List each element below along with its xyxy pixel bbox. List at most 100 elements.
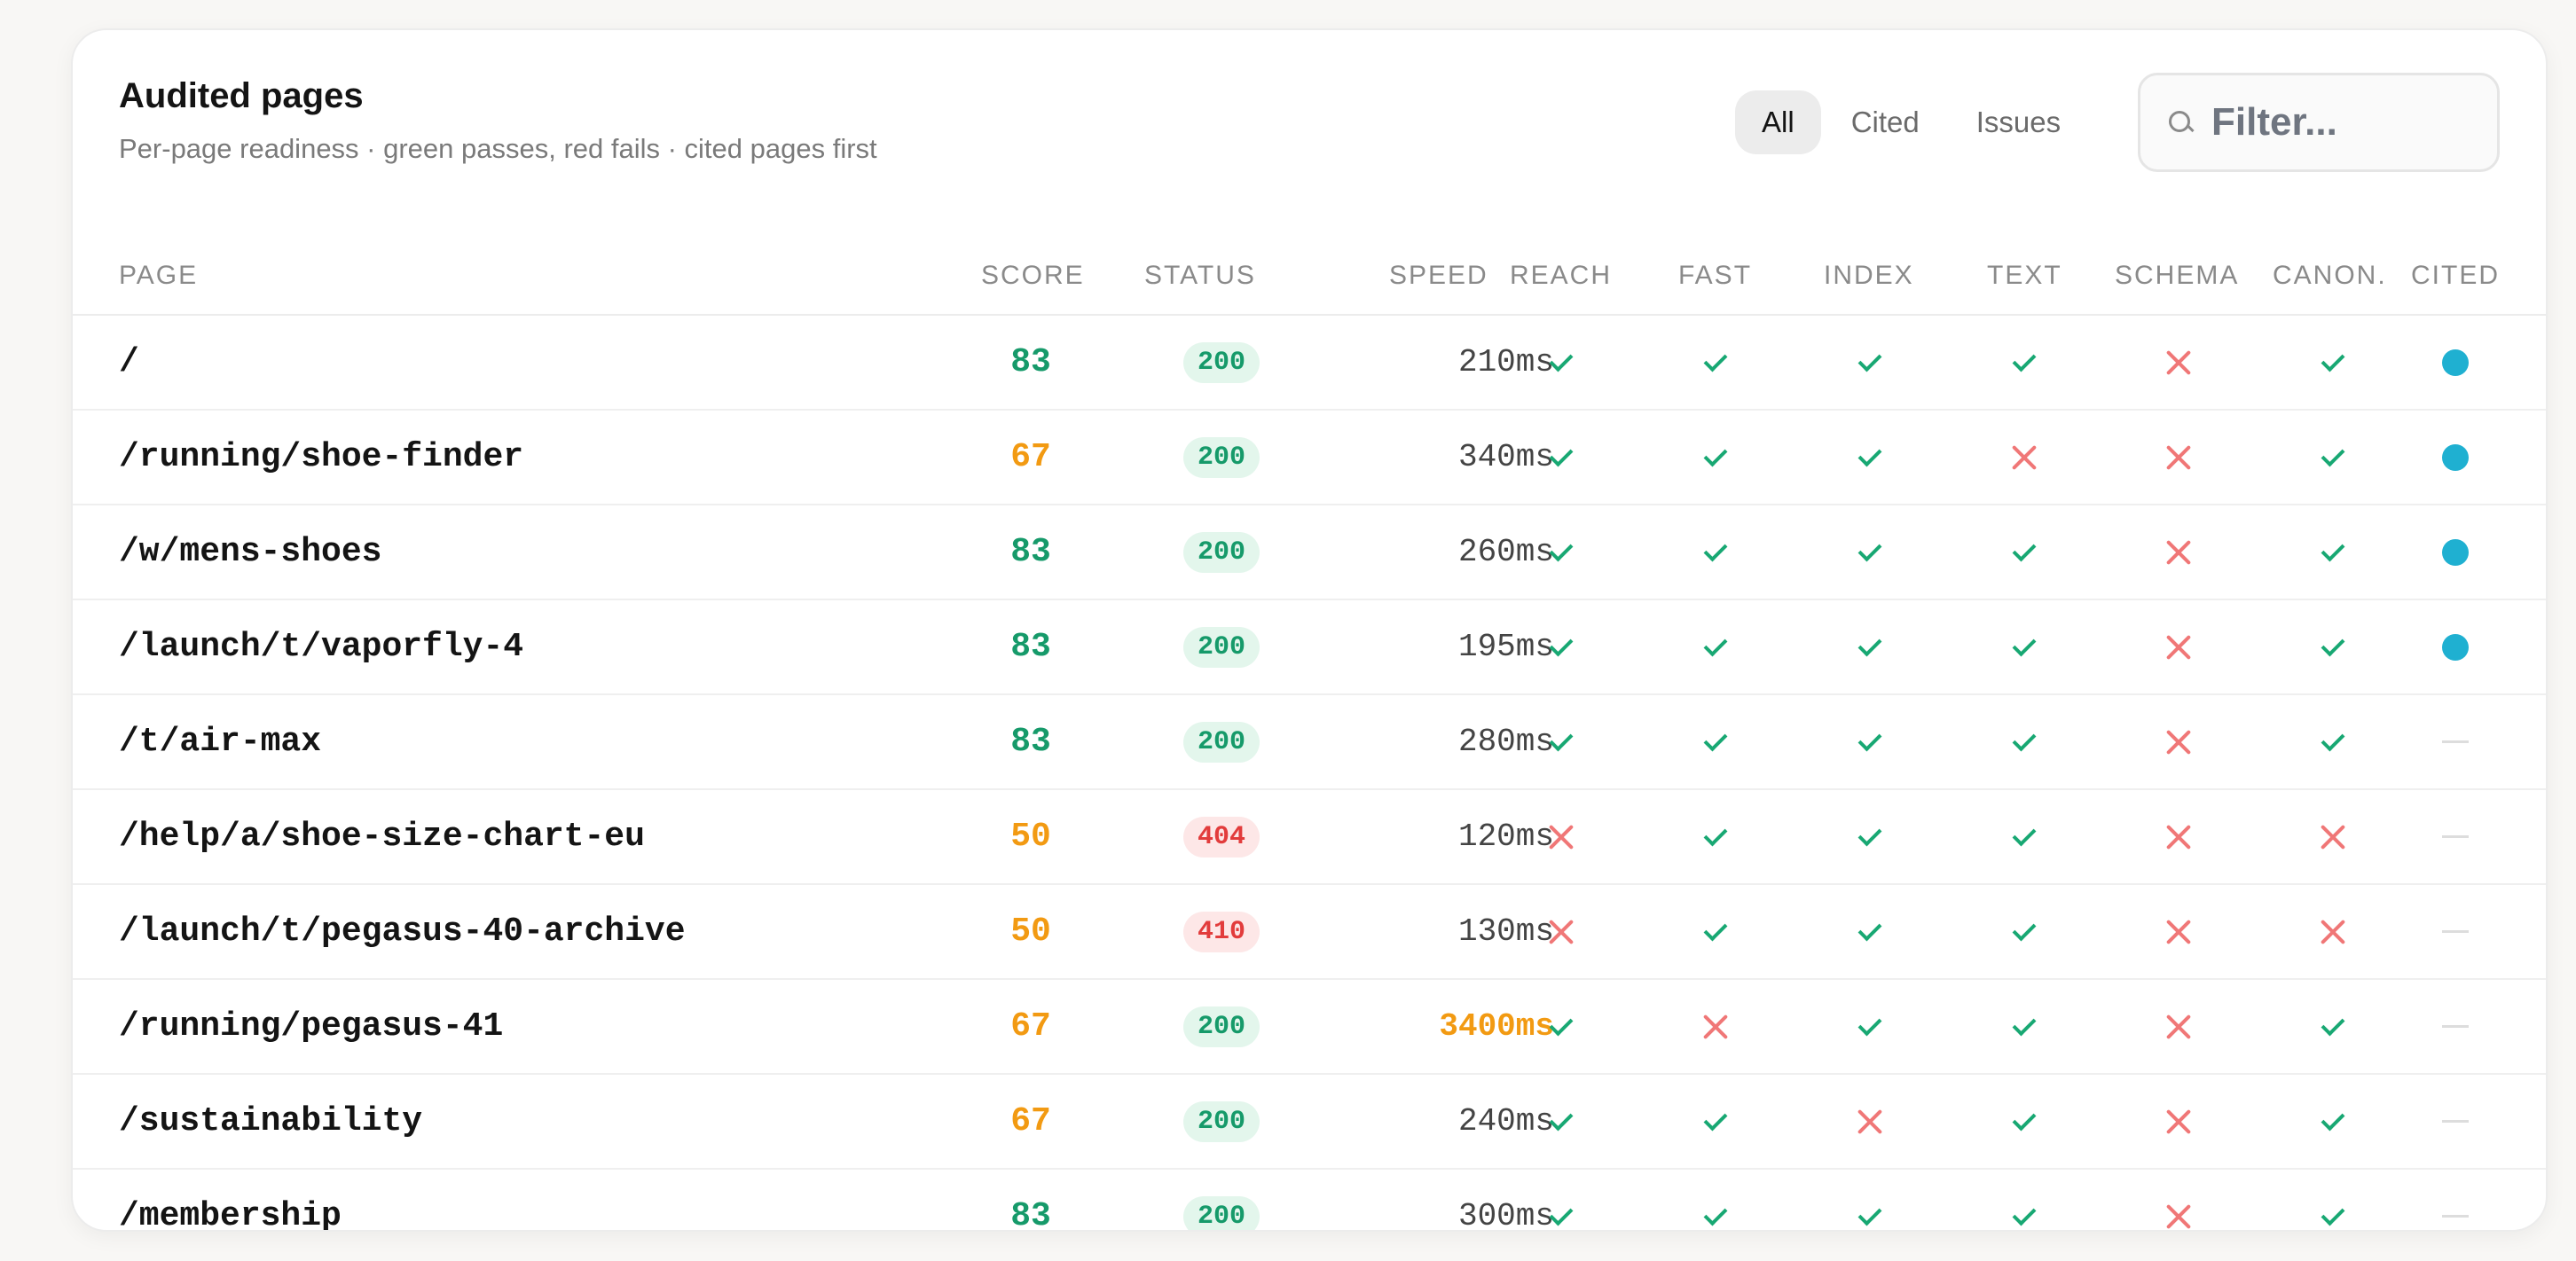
schema-cell: [2125, 411, 2232, 504]
page-path[interactable]: /running/pegasus-41: [119, 980, 503, 1073]
col-speed[interactable]: SPEED: [1389, 261, 1488, 291]
cited-cell: [2402, 1170, 2509, 1230]
col-status[interactable]: STATUS: [1144, 261, 1256, 291]
col-cited[interactable]: CITED: [2411, 261, 2500, 291]
check-icon: [1857, 348, 1882, 372]
fast-cell: [1662, 695, 1769, 788]
check-icon: [1857, 822, 1882, 846]
table-row[interactable]: /launch/t/pegasus-40-archive 50 410 130ms: [73, 885, 2546, 980]
check-icon: [2012, 1107, 2037, 1131]
cross-icon: [2319, 823, 2347, 851]
filter-input[interactable]: [2211, 100, 2495, 145]
page-path[interactable]: /launch/t/vaporfly-4: [119, 600, 523, 693]
col-score[interactable]: SCORE: [981, 261, 1085, 291]
index-cell: [1817, 411, 1923, 504]
check-icon: [2321, 727, 2345, 751]
score-value: 67: [1010, 438, 1051, 476]
reach-cell: [1508, 790, 1614, 883]
page-path[interactable]: /help/a/shoe-size-chart-eu: [119, 790, 645, 883]
audited-pages-card: Audited pages Per-page readiness · green…: [71, 28, 2548, 1232]
not-cited-dash-icon: [2442, 1025, 2469, 1028]
table-row[interactable]: /w/mens-shoes 83 200 260ms: [73, 505, 2546, 600]
text-cell: [1971, 505, 2077, 599]
check-icon: [2321, 1107, 2345, 1131]
schema-cell: [2125, 1170, 2232, 1230]
check-icon: [2012, 632, 2037, 656]
table-row[interactable]: /running/pegasus-41 67 200 3400ms: [73, 980, 2546, 1075]
check-icon: [1703, 443, 1728, 466]
page-path[interactable]: /w/mens-shoes: [119, 505, 381, 599]
page-path[interactable]: /running/shoe-finder: [119, 411, 523, 504]
cited-dot-icon: [2442, 349, 2469, 376]
status-badge: 200: [1182, 1195, 1260, 1230]
canon-cell: [2280, 1075, 2386, 1168]
text-cell: [1971, 695, 2077, 788]
tab-all[interactable]: All: [1735, 90, 1821, 154]
table-row[interactable]: /t/air-max 83 200 280ms: [73, 695, 2546, 790]
cross-icon: [1701, 1013, 1730, 1041]
status-badge: 200: [1182, 1100, 1260, 1142]
text-cell: [1971, 980, 2077, 1073]
cross-icon: [2164, 349, 2193, 377]
canon-cell: [2280, 505, 2386, 599]
col-page[interactable]: PAGE: [119, 261, 198, 291]
status-cell: 200: [1155, 695, 1288, 788]
table-row[interactable]: /membership 83 200 300ms: [73, 1170, 2546, 1230]
status-cell: 410: [1155, 885, 1288, 978]
check-icon: [2321, 537, 2345, 561]
check-icon: [1549, 632, 1574, 656]
page-path[interactable]: /: [119, 316, 139, 409]
check-icon: [1857, 917, 1882, 941]
status-cell: 200: [1155, 316, 1288, 409]
check-icon: [1549, 1107, 1574, 1131]
check-icon: [1703, 537, 1728, 561]
status-badge: 200: [1182, 626, 1260, 668]
tab-cited[interactable]: Cited: [1825, 90, 1946, 154]
status-cell: 200: [1155, 980, 1288, 1073]
score-value: 67: [1010, 1102, 1051, 1140]
table-row[interactable]: /help/a/shoe-size-chart-eu 50 404 120ms: [73, 790, 2546, 885]
status-badge: 200: [1182, 436, 1260, 478]
check-icon: [2012, 727, 2037, 751]
cross-icon: [2164, 728, 2193, 756]
col-canon[interactable]: CANON.: [2273, 261, 2387, 291]
fast-cell: [1662, 411, 1769, 504]
page-path[interactable]: /sustainability: [119, 1075, 422, 1168]
text-cell: [1971, 411, 2077, 504]
check-icon: [2012, 537, 2037, 561]
col-reach[interactable]: REACH: [1510, 261, 1612, 291]
check-icon: [2012, 917, 2037, 941]
col-schema[interactable]: SCHEMA: [2115, 261, 2239, 291]
table-row[interactable]: /launch/t/vaporfly-4 83 200 195ms: [73, 600, 2546, 695]
status-badge: 200: [1182, 721, 1260, 763]
text-cell: [1971, 885, 2077, 978]
fast-cell: [1662, 1170, 1769, 1230]
text-cell: [1971, 316, 2077, 409]
reach-cell: [1508, 980, 1614, 1073]
filter-tabs: All Cited Issues: [1735, 90, 2087, 154]
tab-issues[interactable]: Issues: [1950, 90, 2087, 154]
index-cell: [1817, 980, 1923, 1073]
table-row[interactable]: /83 200 210ms: [73, 316, 2546, 411]
page-path[interactable]: /launch/t/pegasus-40-archive: [119, 885, 686, 978]
cross-icon: [1856, 1108, 1884, 1136]
cited-cell: [2402, 885, 2509, 978]
index-cell: [1817, 790, 1923, 883]
table-row[interactable]: /sustainability 67 200 240ms: [73, 1075, 2546, 1170]
table-row[interactable]: /running/shoe-finder 67 200 340ms: [73, 411, 2546, 505]
reach-cell: [1508, 505, 1614, 599]
schema-cell: [2125, 790, 2232, 883]
check-icon: [2012, 1012, 2037, 1036]
search-box[interactable]: [2138, 73, 2500, 172]
page-path[interactable]: /membership: [119, 1170, 342, 1230]
col-fast[interactable]: FAST: [1678, 261, 1752, 291]
text-cell: [1971, 1075, 2077, 1168]
fast-cell: [1662, 790, 1769, 883]
reach-cell: [1508, 1075, 1614, 1168]
col-text[interactable]: TEXT: [1987, 261, 2062, 291]
schema-cell: [2125, 695, 2232, 788]
canon-cell: [2280, 885, 2386, 978]
page-path[interactable]: /t/air-max: [119, 695, 321, 788]
col-index[interactable]: INDEX: [1824, 261, 1914, 291]
cited-dot-icon: [2442, 443, 2469, 471]
